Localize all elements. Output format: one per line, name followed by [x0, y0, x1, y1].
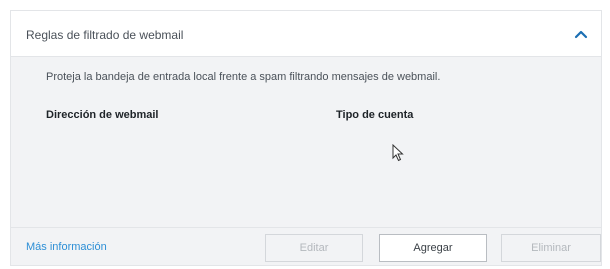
panel-description: Proteja la bandeja de entrada local fren… [46, 71, 441, 83]
edit-button[interactable]: Editar [265, 234, 363, 262]
more-info-link[interactable]: Más información [26, 241, 107, 253]
mouse-cursor-icon [392, 143, 404, 162]
delete-button[interactable]: Eliminar [501, 234, 601, 262]
chevron-up-icon[interactable] [571, 24, 591, 44]
add-button[interactable]: Agregar [379, 234, 487, 262]
column-header-webmail-address: Dirección de webmail [46, 109, 159, 121]
panel-footer: Más información Editar Agregar Eliminar [11, 227, 601, 267]
panel-title: Reglas de filtrado de webmail [26, 28, 184, 42]
column-header-account-type: Tipo de cuenta [336, 109, 414, 121]
webmail-filter-panel: Reglas de filtrado de webmail Proteja la… [10, 10, 602, 266]
panel-header[interactable]: Reglas de filtrado de webmail [11, 11, 601, 57]
